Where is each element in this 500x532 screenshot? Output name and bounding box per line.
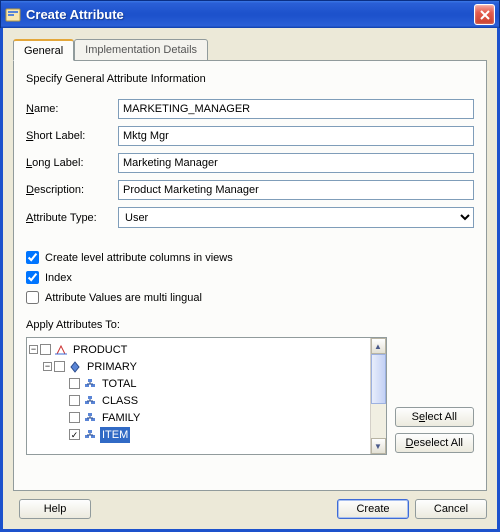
tree-label: FAMILY — [100, 410, 142, 426]
attribute-tree[interactable]: − PRODUCT − PRIMARY — [27, 338, 386, 446]
scrollbar[interactable]: ▲ ▼ — [370, 338, 386, 454]
close-button[interactable] — [474, 4, 495, 25]
level-icon — [83, 378, 97, 390]
section-title: Specify General Attribute Information — [26, 73, 474, 85]
tree-checkbox[interactable]: ✓ — [69, 429, 80, 440]
tab-general[interactable]: General — [13, 39, 74, 61]
index-label: Index — [45, 272, 72, 284]
collapse-icon[interactable]: − — [29, 345, 38, 354]
tab-label: Implementation Details — [85, 44, 197, 56]
create-columns-label: Create level attribute columns in views — [45, 252, 233, 264]
tree-checkbox[interactable] — [54, 361, 65, 372]
tree-box: − PRODUCT − PRIMARY — [26, 337, 387, 455]
tree-node-primary[interactable]: − PRIMARY — [29, 358, 384, 375]
label-long: Long Label: — [26, 157, 118, 169]
tab-strip: General Implementation Details — [13, 39, 487, 61]
deselect-all-button[interactable]: Deselect All — [395, 433, 474, 453]
tab-label: General — [24, 45, 63, 57]
tree-label: TOTAL — [100, 376, 138, 392]
hierarchy-icon — [68, 361, 82, 373]
tree-checkbox[interactable] — [40, 344, 51, 355]
level-icon — [83, 412, 97, 424]
tree-node-item[interactable]: ✓ ITEM — [29, 426, 384, 443]
window-body: General Implementation Details Specify G… — [0, 28, 500, 532]
tree-label: CLASS — [100, 393, 140, 409]
apply-attributes-label: Apply Attributes To: — [26, 319, 474, 331]
tree-label: PRODUCT — [71, 342, 129, 358]
cancel-button[interactable]: Cancel — [415, 499, 487, 519]
label-name: Name: — [26, 103, 118, 115]
tree-checkbox[interactable] — [69, 378, 80, 389]
long-label-field[interactable] — [118, 153, 474, 173]
collapse-icon[interactable]: − — [43, 362, 52, 371]
level-icon — [83, 429, 97, 441]
tree-checkbox[interactable] — [69, 412, 80, 423]
tree-label: ITEM — [100, 427, 130, 443]
titlebar: Create Attribute — [0, 0, 500, 28]
name-field[interactable] — [118, 99, 474, 119]
label-attr-type: Attribute Type: — [26, 212, 118, 224]
tree-label: PRIMARY — [85, 359, 139, 375]
dimension-icon — [54, 344, 68, 356]
label-description: Description: — [26, 184, 118, 196]
level-icon — [83, 395, 97, 407]
multilingual-label: Attribute Values are multi lingual — [45, 292, 202, 304]
app-icon — [5, 7, 21, 23]
bottom-button-bar: Help Create Cancel — [13, 499, 487, 519]
label-short: Short Label: — [26, 130, 118, 142]
tree-node-product[interactable]: − PRODUCT — [29, 341, 384, 358]
create-button[interactable]: Create — [337, 499, 409, 519]
tree-node-family[interactable]: FAMILY — [29, 409, 384, 426]
attribute-type-select[interactable]: User — [118, 207, 474, 228]
short-label-field[interactable] — [118, 126, 474, 146]
scroll-up-icon[interactable]: ▲ — [371, 338, 386, 354]
multilingual-checkbox[interactable] — [26, 291, 39, 304]
scroll-thumb[interactable] — [371, 354, 386, 404]
help-button[interactable]: Help — [19, 499, 91, 519]
index-checkbox[interactable] — [26, 271, 39, 284]
create-columns-checkbox[interactable] — [26, 251, 39, 264]
window-title: Create Attribute — [26, 7, 474, 22]
description-field[interactable] — [118, 180, 474, 200]
tab-implementation-details[interactable]: Implementation Details — [74, 39, 208, 61]
tree-checkbox[interactable] — [69, 395, 80, 406]
select-all-button[interactable]: Select All — [395, 407, 474, 427]
tree-node-class[interactable]: CLASS — [29, 392, 384, 409]
scroll-down-icon[interactable]: ▼ — [371, 438, 386, 454]
tree-node-total[interactable]: TOTAL — [29, 375, 384, 392]
tab-panel-general: Specify General Attribute Information Na… — [13, 60, 487, 491]
